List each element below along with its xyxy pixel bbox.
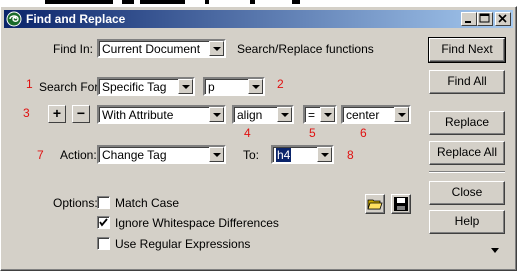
find-all-button[interactable]: Find All [429,70,505,94]
close-window-button[interactable] [495,12,511,26]
search-for-value: Specific Tag [102,80,167,94]
open-folder-icon [367,199,383,210]
title-bar[interactable]: Find and Replace [4,10,513,28]
chevron-down-icon[interactable] [209,147,224,162]
chevron-down-icon[interactable] [317,147,332,162]
minimize-icon [465,21,471,23]
chevron-down-icon[interactable] [209,41,224,56]
callout-5: 5 [309,126,316,140]
chevron-down-icon[interactable] [209,107,224,122]
callout-1: 1 [26,77,33,91]
find-in-select[interactable]: Current Document [97,39,226,58]
find-replace-dialog: Find and Replace Find In: Current Docume… [0,6,517,271]
chevron-down-icon[interactable] [320,107,335,122]
tag-select[interactable]: p [203,77,265,96]
maximize-button[interactable] [477,12,493,26]
callout-4: 4 [244,126,251,140]
dreamweaver-swirl-icon [6,11,22,27]
find-in-label: Find In: [53,42,94,56]
close-icon [498,14,507,23]
window-title: Find and Replace [26,12,126,26]
options-label: Options: [53,196,98,210]
find-in-value: Current Document [102,42,201,56]
callout-8: 8 [347,148,354,162]
replace-button[interactable]: Replace [429,111,505,135]
callout-3: 3 [23,106,30,120]
operator-select[interactable]: = [303,105,337,124]
replace-all-button[interactable]: Replace All [429,141,505,165]
match-case-checkbox[interactable] [97,196,110,209]
minus-icon: − [76,105,86,121]
action-label: Action: [60,148,97,162]
minimize-button[interactable] [461,12,477,26]
attribute-name-value: align [237,108,263,122]
attribute-name-select[interactable]: align [232,105,294,124]
callout-7: 7 [37,148,44,162]
condition-value: With Attribute [102,108,174,122]
ignore-whitespace-label[interactable]: Ignore Whitespace Differences [115,216,279,230]
plus-icon: + [52,105,62,121]
search-for-select[interactable]: Specific Tag [97,77,195,96]
triangle-down-icon[interactable] [490,247,500,255]
checkmark-icon [99,218,108,227]
to-label: To: [243,148,260,162]
add-condition-button[interactable]: + [48,105,66,123]
help-button[interactable]: Help [429,210,505,234]
regex-label[interactable]: Use Regular Expressions [115,237,250,251]
save-query-button[interactable] [391,194,411,214]
ignore-whitespace-checkbox[interactable] [97,216,110,229]
maximize-icon [479,13,490,23]
search-for-label: Search For: [39,80,102,94]
match-case-label[interactable]: Match Case [115,196,179,210]
to-tag-select[interactable]: h4 [271,145,334,164]
callout-6: 6 [360,126,367,140]
open-query-button[interactable] [365,194,385,214]
save-disk-icon [394,197,408,211]
callout-2: 2 [277,77,284,91]
regex-checkbox[interactable] [97,237,110,250]
remove-condition-button[interactable]: − [72,105,90,123]
action-select[interactable]: Change Tag [97,145,226,164]
action-value: Change Tag [102,148,167,162]
attribute-value-select[interactable]: center [341,105,411,124]
operator-value: = [308,108,316,122]
find-next-button[interactable]: Find Next [428,37,506,63]
close-button[interactable]: Close [429,181,505,205]
attribute-value-value: center [346,108,380,122]
chevron-down-icon[interactable] [277,107,292,122]
tag-value: p [208,80,215,94]
chevron-down-icon[interactable] [394,107,409,122]
find-in-note: Search/Replace functions [237,42,374,56]
to-tag-value: h4 [276,148,292,162]
divider [429,171,505,173]
chevron-down-icon[interactable] [248,79,263,94]
condition-select[interactable]: With Attribute [97,105,226,124]
chevron-down-icon[interactable] [178,79,193,94]
